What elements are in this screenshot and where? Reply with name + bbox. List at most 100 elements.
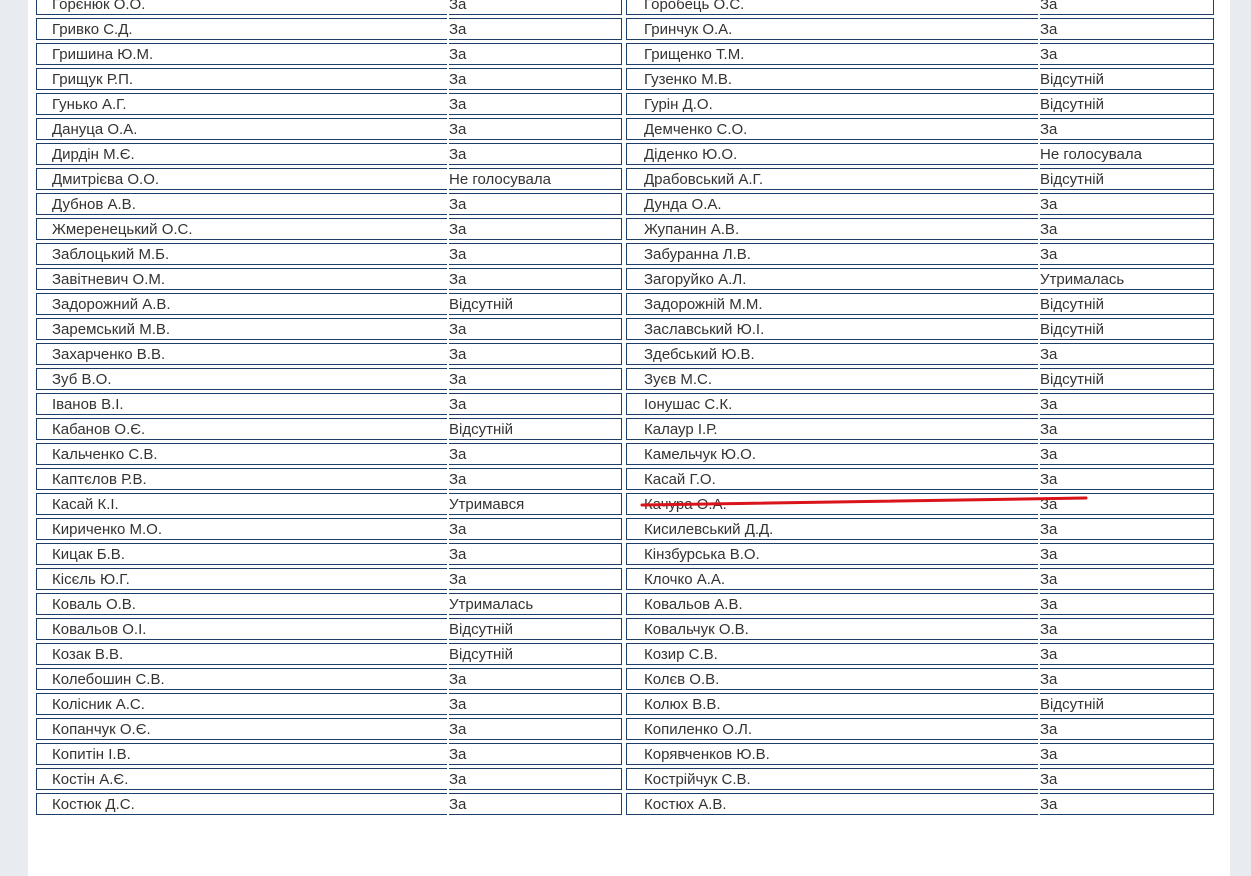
- table-row: Кабанов О.Є. Відсутній Калаур І.Р. За: [36, 418, 1214, 440]
- deputy-name: Горєнюк О.О.: [36, 0, 447, 15]
- table-row: Костюк Д.С. За Костюх А.В. За: [36, 793, 1214, 815]
- vote-result: За: [1040, 218, 1214, 240]
- deputy-name: Грищенко Т.М.: [626, 43, 1038, 65]
- deputy-name: Кісєль Ю.Г.: [36, 568, 447, 590]
- deputy-name: Кириченко М.О.: [36, 518, 447, 540]
- deputy-name: Горобець О.С.: [626, 0, 1038, 15]
- vote-result: Відсутній: [1040, 693, 1214, 715]
- vote-result: Утрималась: [1040, 268, 1214, 290]
- vote-result: За: [449, 668, 622, 690]
- vote-result: За: [449, 443, 622, 465]
- vote-result: За: [1040, 343, 1214, 365]
- vote-result: Утримався: [449, 493, 622, 515]
- deputy-name: Копанчук О.Є.: [36, 718, 447, 740]
- table-row: Дубнов А.В. За Дунда О.А. За: [36, 193, 1214, 215]
- vote-result: За: [449, 0, 622, 15]
- deputy-name: Зуб В.О.: [36, 368, 447, 390]
- deputy-name: Заблоцький М.Б.: [36, 243, 447, 265]
- deputy-name: Жупанин А.В.: [626, 218, 1038, 240]
- table-row: Кириченко М.О. За Кисилевський Д.Д. За: [36, 518, 1214, 540]
- table-row: Іванов В.І. За Іонушас С.К. За: [36, 393, 1214, 415]
- vote-result: Відсутній: [1040, 368, 1214, 390]
- vote-result: За: [449, 568, 622, 590]
- table-row: Гришина Ю.М. За Грищенко Т.М. За: [36, 43, 1214, 65]
- vote-result: Відсутній: [449, 618, 622, 640]
- deputy-name: Гришина Ю.М.: [36, 43, 447, 65]
- vote-result: За: [449, 743, 622, 765]
- vote-result: За: [449, 268, 622, 290]
- deputy-name: Клочко А.А.: [626, 568, 1038, 590]
- deputy-name: Касай К.І.: [36, 493, 447, 515]
- deputy-name: Ковальов А.В.: [626, 593, 1038, 615]
- deputy-name: Костюх А.В.: [626, 793, 1038, 815]
- table-row: Заремський М.В. За Заславський Ю.І. Відсутн…: [36, 318, 1214, 340]
- deputy-name: Задорожний А.В.: [36, 293, 447, 315]
- deputy-name: Демченко С.О.: [626, 118, 1038, 140]
- vote-result: За: [1040, 543, 1214, 565]
- table-row: Кальченко С.В. За Камельчук Ю.О. За: [36, 443, 1214, 465]
- vote-results-panel: Горєнюк О.О. За Горобець О.С. За Гривко С.Д.…: [28, 0, 1230, 876]
- vote-result: За: [449, 718, 622, 740]
- deputy-name: Колюх В.В.: [626, 693, 1038, 715]
- vote-result: За: [1040, 18, 1214, 40]
- deputy-name: Дануца О.А.: [36, 118, 447, 140]
- vote-result: За: [1040, 768, 1214, 790]
- vote-result: Відсутній: [1040, 68, 1214, 90]
- deputy-name: Ковальов О.І.: [36, 618, 447, 640]
- vote-result: За: [449, 193, 622, 215]
- table-row: Зуб В.О. За Зуєв М.С. Відсутній: [36, 368, 1214, 390]
- vote-result: За: [1040, 568, 1214, 590]
- vote-result: Відсутній: [449, 643, 622, 665]
- table-row: Копитін І.В. За Корявченков Ю.В. За: [36, 743, 1214, 765]
- deputy-name: Гузенко М.В.: [626, 68, 1038, 90]
- vote-result: За: [449, 368, 622, 390]
- deputy-name: Каптєлов Р.В.: [36, 468, 447, 490]
- vote-result: За: [1040, 793, 1214, 815]
- table-row: Дмитрієва О.О. Не голосувала Драбовський А…: [36, 168, 1214, 190]
- vote-result: За: [1040, 468, 1214, 490]
- vote-result: Не голосувала: [449, 168, 622, 190]
- vote-result: За: [1040, 0, 1214, 15]
- vote-result: За: [1040, 618, 1214, 640]
- deputy-name: Кальченко С.В.: [36, 443, 447, 465]
- vote-result: За: [449, 793, 622, 815]
- vote-result: За: [449, 68, 622, 90]
- vote-result: За: [1040, 193, 1214, 215]
- deputy-name: Качура О.А.: [626, 493, 1038, 515]
- vote-result: За: [449, 18, 622, 40]
- deputy-name: Завітневич О.М.: [36, 268, 447, 290]
- table-row: Грищук Р.П. За Гузенко М.В. Відсутній: [36, 68, 1214, 90]
- vote-result: За: [449, 468, 622, 490]
- deputy-name: Заславський Ю.І.: [626, 318, 1038, 340]
- table-row: Кісєль Ю.Г. За Клочко А.А. За: [36, 568, 1214, 590]
- deputy-name: Копиленко О.Л.: [626, 718, 1038, 740]
- vote-result: Не голосувала: [1040, 143, 1214, 165]
- vote-result: За: [449, 768, 622, 790]
- table-row: Ковальов О.І. Відсутній Ковальчук О.В. За: [36, 618, 1214, 640]
- vote-result: За: [1040, 443, 1214, 465]
- deputy-name: Дунда О.А.: [626, 193, 1038, 215]
- table-row: Гривко С.Д. За Гринчук О.А. За: [36, 18, 1214, 40]
- table-row: Дануца О.А. За Демченко С.О. За: [36, 118, 1214, 140]
- deputy-name: Кабанов О.Є.: [36, 418, 447, 440]
- deputy-name: Дирдін М.Є.: [36, 143, 447, 165]
- vote-result: Відсутній: [449, 418, 622, 440]
- table-row: Задорожний А.В. Відсутній Задорожній М.М. В…: [36, 293, 1214, 315]
- deputy-name: Кисилевський Д.Д.: [626, 518, 1038, 540]
- vote-result: За: [449, 218, 622, 240]
- table-row: Копанчук О.Є. За Копиленко О.Л. За: [36, 718, 1214, 740]
- table-row: Заблоцький М.Б. За Забуранна Л.В. За: [36, 243, 1214, 265]
- deputy-name: Кострійчук С.В.: [626, 768, 1038, 790]
- vote-result: За: [1040, 43, 1214, 65]
- table-row: Колебошин С.В. За Колєв О.В. За: [36, 668, 1214, 690]
- deputy-name: Кінзбурська В.О.: [626, 543, 1038, 565]
- vote-result: За: [1040, 668, 1214, 690]
- table-row: Коваль О.В. Утрималась Ковальов А.В. За: [36, 593, 1214, 615]
- vote-result: Відсутній: [449, 293, 622, 315]
- deputy-name: Гурін Д.О.: [626, 93, 1038, 115]
- vote-result: За: [1040, 493, 1214, 515]
- deputy-name: Задорожній М.М.: [626, 293, 1038, 315]
- vote-result: За: [1040, 593, 1214, 615]
- deputy-name: Захарченко В.В.: [36, 343, 447, 365]
- vote-result: За: [449, 93, 622, 115]
